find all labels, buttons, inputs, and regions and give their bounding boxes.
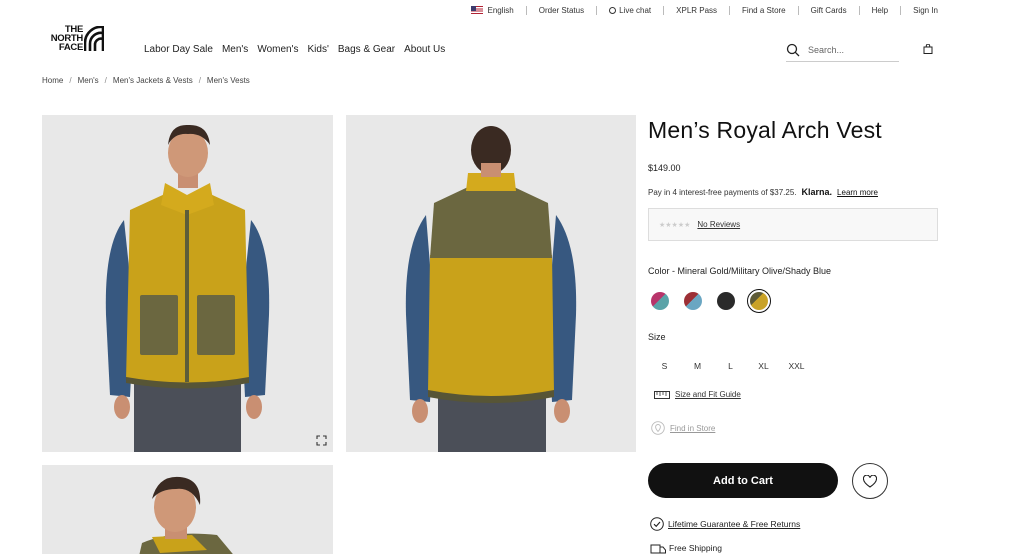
size-xxl[interactable]: XXL xyxy=(780,361,813,371)
search-icon[interactable] xyxy=(786,43,800,57)
logo-text-line3: FACE xyxy=(58,42,83,53)
shipping-info: Free Shipping xyxy=(650,542,722,554)
size-m[interactable]: M xyxy=(681,361,714,371)
size-l[interactable]: L xyxy=(714,361,747,371)
help-link[interactable]: Help xyxy=(872,6,888,15)
size-s[interactable]: S xyxy=(648,361,681,371)
nav-item-kids[interactable]: Kids' xyxy=(308,44,329,55)
shopping-bag-icon[interactable] xyxy=(923,44,933,54)
expand-icon[interactable] xyxy=(316,435,327,446)
breadcrumb: Home / Men's / Men's Jackets & Vests / Men'… xyxy=(42,76,250,85)
guarantee-info[interactable]: Lifetime Guarantee & Free Returns xyxy=(650,517,800,531)
ruler-icon xyxy=(654,390,670,399)
color-label: Color - Mineral Gold/Military Olive/Shad… xyxy=(648,266,832,276)
product-title: Men’s Royal Arch Vest xyxy=(648,117,882,143)
nav-item-mens[interactable]: Men's xyxy=(222,44,248,55)
size-fit-guide-link[interactable]: Size and Fit Guide xyxy=(654,390,741,399)
rating-stars: ★★★★★ xyxy=(659,221,691,229)
order-status-link[interactable]: Order Status xyxy=(539,6,584,15)
product-image-front[interactable] xyxy=(42,115,333,452)
find-in-store-link[interactable]: Find in Store xyxy=(651,421,715,435)
nav-item-about-us[interactable]: About Us xyxy=(404,44,445,55)
search-input[interactable] xyxy=(808,44,893,55)
size-options: S M L XL XXL xyxy=(648,361,813,371)
add-to-cart-button[interactable]: Add to Cart xyxy=(648,463,838,498)
size-label: Size xyxy=(648,332,666,342)
guarantee-label: Lifetime Guarantee & Free Returns xyxy=(668,519,801,529)
swatch-red-blue[interactable] xyxy=(681,289,705,313)
color-swatches xyxy=(648,289,780,313)
swatch-black[interactable] xyxy=(714,289,738,313)
us-flag-icon xyxy=(470,6,483,14)
xplr-pass-link[interactable]: XPLR Pass xyxy=(676,6,717,15)
check-circle-icon xyxy=(650,517,664,531)
sign-in-link[interactable]: Sign In xyxy=(913,6,938,15)
nav-item-womens[interactable]: Women's xyxy=(257,44,298,55)
live-chat-label: Live chat xyxy=(619,5,652,15)
swatch-pink-teal[interactable] xyxy=(648,289,672,313)
location-pin-icon xyxy=(651,421,665,435)
reviews-box: ★★★★★ No Reviews xyxy=(648,208,938,241)
breadcrumb-mens-vests[interactable]: Men's Vests xyxy=(207,76,250,85)
heart-icon xyxy=(863,474,877,488)
product-photo-front xyxy=(42,115,333,452)
breadcrumb-mens[interactable]: Men's xyxy=(78,76,99,85)
shipping-label: Free Shipping xyxy=(669,543,722,553)
main-nav: Labor Day Sale Men's Women's Kids' Bags … xyxy=(144,44,454,55)
reviews-link[interactable]: No Reviews xyxy=(697,220,740,229)
utility-bar: English Order Status Live chat XPLR Pass… xyxy=(470,3,938,17)
nav-item-bags-gear[interactable]: Bags & Gear xyxy=(338,44,395,55)
nav-item-labor-day-sale[interactable]: Labor Day Sale xyxy=(144,44,213,55)
klarna-learn-more-link[interactable]: Learn more xyxy=(837,188,878,197)
size-fit-guide-label: Size and Fit Guide xyxy=(675,390,741,399)
product-image-back[interactable] xyxy=(346,115,636,452)
live-chat-link[interactable]: Live chat xyxy=(609,6,651,15)
breadcrumb-mens-jackets-vests[interactable]: Men's Jackets & Vests xyxy=(113,76,193,85)
find-in-store-label: Find in Store xyxy=(670,423,716,433)
find-store-link[interactable]: Find a Store xyxy=(742,6,786,15)
wishlist-button[interactable] xyxy=(852,463,888,499)
klarna-text: Pay in 4 interest-free payments of $37.2… xyxy=(648,188,797,197)
breadcrumb-home[interactable]: Home xyxy=(42,76,63,85)
klarna-info: Pay in 4 interest-free payments of $37.2… xyxy=(648,187,878,197)
chat-icon xyxy=(609,6,617,14)
size-xl[interactable]: XL xyxy=(747,361,780,371)
gift-cards-link[interactable]: Gift Cards xyxy=(811,6,847,15)
product-image-side[interactable] xyxy=(42,465,333,554)
north-face-logo[interactable]: THE NORTH FACE xyxy=(41,25,105,55)
klarna-logo: Klarna. xyxy=(801,187,833,197)
swatch-mineral-gold-selected[interactable] xyxy=(747,289,771,313)
product-photo-back xyxy=(346,115,636,452)
shipping-box-icon xyxy=(650,544,666,554)
product-photo-side xyxy=(42,465,333,554)
language-label: English xyxy=(487,5,514,15)
search-box xyxy=(786,38,899,62)
language-selector[interactable]: English xyxy=(470,5,514,15)
product-price: $149.00 xyxy=(648,163,681,173)
half-dome-icon xyxy=(84,26,104,51)
